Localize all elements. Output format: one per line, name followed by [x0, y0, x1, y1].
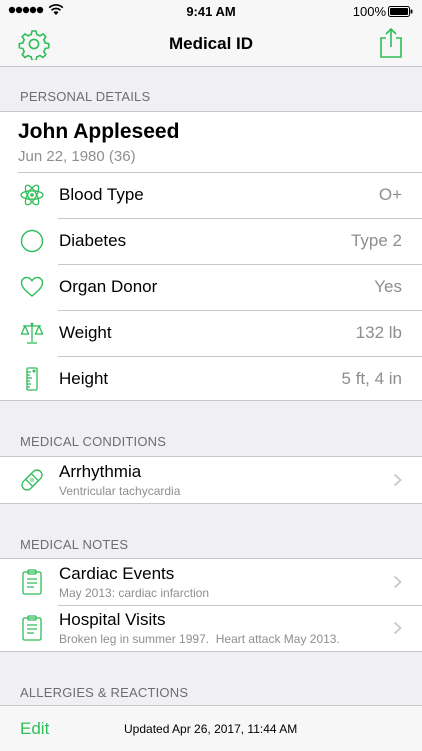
row-value: 5 ft, 4 in: [341, 369, 402, 388]
row-label: Height: [59, 369, 109, 388]
status-bar: 9:41 AM 100%: [0, 0, 422, 22]
edit-button[interactable]: Edit: [20, 719, 49, 739]
scale-icon: [20, 322, 44, 344]
row-label: Blood Type: [59, 185, 144, 204]
chevron-right-icon: [393, 621, 402, 635]
row-height: Height 5 ft, 4 in: [0, 356, 422, 402]
note-item-cardiac-events[interactable]: Cardiac Events May 2013: cardiac infarct…: [0, 559, 422, 605]
share-icon[interactable]: [378, 27, 404, 59]
navigation-bar: Medical ID: [0, 22, 422, 67]
medical-conditions-group: Arrhythmia Ventricular tachycardia: [0, 456, 422, 504]
row-value: Type 2: [350, 231, 402, 250]
clipboard-icon: [22, 615, 42, 641]
section-header-personal: PERSONAL DETAILS: [20, 89, 151, 104]
section-header-notes: MEDICAL NOTES: [20, 537, 129, 552]
note-title: Hospital Visits: [59, 610, 166, 629]
personal-details-group: John Appleseed Jun 22, 1980 (36) Blood T…: [0, 111, 422, 401]
row-diabetes: Diabetes Type 2: [0, 218, 422, 264]
medical-notes-group: Cardiac Events May 2013: cardiac infarct…: [0, 558, 422, 652]
row-blood-type: Blood Type O+: [0, 172, 422, 218]
chevron-right-icon: [393, 575, 402, 589]
condition-subtitle: Ventricular tachycardia: [59, 484, 181, 498]
bandage-icon: [21, 469, 43, 491]
row-value: O+: [378, 185, 402, 204]
ruler-icon: [26, 367, 38, 391]
section-header-allergies: ALLERGIES & REACTIONS: [20, 685, 189, 700]
page-title: Medical ID: [168, 34, 254, 53]
chevron-right-icon: [393, 473, 402, 487]
condition-title: Arrhythmia: [59, 462, 142, 481]
section-header-conditions: MEDICAL CONDITIONS: [20, 434, 167, 449]
row-value: 132 lb: [355, 323, 402, 342]
circle-icon: [20, 229, 44, 253]
note-subtitle: Broken leg in summer 1997. Heart attack …: [59, 632, 340, 646]
condition-item-arrhythmia[interactable]: Arrhythmia Ventricular tachycardia: [0, 457, 422, 503]
row-label: Weight: [59, 323, 112, 342]
row-organ-donor: Organ Donor Yes: [0, 264, 422, 310]
row-weight: Weight 132 lb: [0, 310, 422, 356]
row-label: Diabetes: [59, 231, 127, 250]
heart-icon: [20, 276, 44, 297]
note-title: Cardiac Events: [59, 564, 175, 583]
battery-percent: 100%: [352, 4, 386, 19]
battery-icon: [388, 6, 413, 17]
atom-icon: [20, 184, 44, 206]
row-label: Organ Donor: [59, 277, 158, 296]
patient-dob: Jun 22, 1980 (36): [18, 148, 136, 165]
note-subtitle: May 2013: cardiac infarction: [59, 586, 210, 600]
patient-name: John Appleseed: [18, 120, 180, 143]
row-value: Yes: [374, 277, 402, 296]
note-item-hospital-visits[interactable]: Hospital Visits Broken leg in summer 199…: [0, 605, 422, 651]
bottom-toolbar: Edit Updated Apr 26, 2017, 11:44 AM: [0, 705, 422, 751]
clipboard-icon: [22, 569, 42, 595]
last-updated-text: Updated Apr 26, 2017, 11:44 AM: [124, 722, 298, 736]
